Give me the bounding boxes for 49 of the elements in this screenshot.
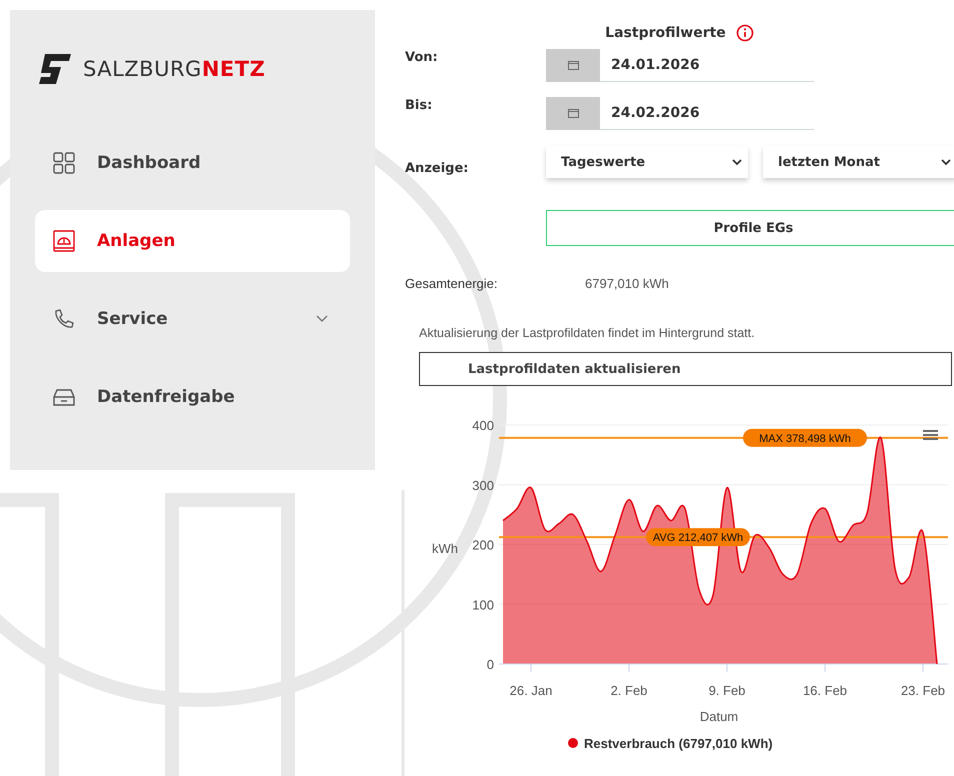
gauge-icon xyxy=(53,230,75,252)
info-text: Aktualisierung der Lastprofildaten findet im Hintergrund statt. xyxy=(419,326,756,340)
axis-tick-label: 2. Feb xyxy=(610,683,648,698)
axis-tick-label: 400 xyxy=(472,418,494,433)
calendar-icon xyxy=(568,60,578,70)
nav-item[interactable]: Dashboard xyxy=(35,132,350,194)
logo-icon xyxy=(37,52,73,86)
profile-button[interactable]: Profile EGs xyxy=(546,210,954,246)
reference-line-label: MAX 378,498 kWh xyxy=(743,428,867,447)
chevron-down-icon xyxy=(732,158,742,166)
axis-title: kWh xyxy=(432,541,458,556)
axis-tick-label: 26. Jan xyxy=(510,683,552,698)
calendar-icon xyxy=(568,108,578,118)
axis-tick-label: 16. Feb xyxy=(802,683,848,698)
field-label: Bis: xyxy=(405,97,434,113)
date-field[interactable]: 24.02.2026 xyxy=(600,96,814,130)
chevron-down-icon xyxy=(941,158,951,166)
nav-item[interactable]: Anlagen xyxy=(35,210,350,272)
dropdown[interactable]: letzten Monat xyxy=(763,146,954,178)
logo-text: SALZBURG xyxy=(83,57,202,81)
info-icon[interactable] xyxy=(736,24,754,42)
phone-icon xyxy=(53,308,75,330)
calendar-button[interactable] xyxy=(546,96,600,130)
logo-text-accent: NETZ xyxy=(202,57,266,81)
date-field[interactable]: 24.01.2026 xyxy=(600,48,814,82)
reference-line-label: AVG 212,407 kWh xyxy=(646,528,750,546)
nav-item[interactable]: Service xyxy=(35,288,350,350)
axis-tick-label: 23. Feb xyxy=(900,683,946,698)
grid-icon xyxy=(53,152,75,174)
dropdown[interactable]: Tageswerte xyxy=(546,146,748,178)
nav-item[interactable]: Datenfreigabe xyxy=(35,366,350,428)
field-label: Von: xyxy=(405,49,439,65)
axis-tick-label: 0 xyxy=(486,657,494,672)
axis-tick-label: 300 xyxy=(472,478,494,493)
calendar-button[interactable] xyxy=(546,48,600,82)
axis-tick-label: 9. Feb xyxy=(708,683,746,698)
ref-line-label: MAX 378,498 kWh xyxy=(759,432,851,445)
axis-tick-label: 100 xyxy=(472,597,494,612)
axis-title: Datum xyxy=(700,709,738,724)
section-title: Lastprofilwerte xyxy=(605,25,726,41)
total-label: Gesamtenergie: xyxy=(405,276,498,291)
axis-tick-label: 200 xyxy=(472,538,494,552)
total-value: 6797,010 kWh xyxy=(585,276,669,291)
field-label: Anzeige: xyxy=(405,160,470,176)
ref-line-label: AVG 212,407 kWh xyxy=(652,532,744,544)
menu-icon[interactable] xyxy=(923,430,938,440)
legend-label[interactable]: Restverbrauch (6797,010 kWh) xyxy=(584,736,773,751)
refresh-button[interactable]: Lastprofildaten aktualisieren xyxy=(419,352,952,386)
chevron-down-icon xyxy=(316,315,328,323)
